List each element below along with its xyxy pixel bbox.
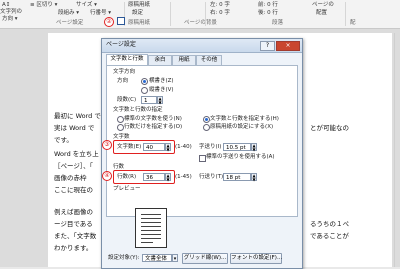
ribbon-group-page-setup: ページ設定	[56, 20, 84, 26]
ribbon-breaks[interactable]: ≡ 区切り ▾	[30, 2, 57, 9]
standard-pitch-checkbox[interactable]	[199, 155, 206, 162]
doc-line-right: とが可能なの	[310, 124, 349, 132]
dialog-title: ページ設定	[106, 41, 136, 48]
page-setup-launcher-button[interactable]	[117, 17, 125, 25]
doc-line-right: であることが	[310, 232, 349, 240]
step-4-marker: ④	[102, 171, 112, 181]
ribbon-genko-1[interactable]: 原稿用紙	[128, 2, 150, 9]
step-3-marker: ③	[102, 140, 112, 150]
font-settings-button[interactable]: フォントの設定(F)...	[230, 253, 282, 264]
horizontal-label: 横書き(Z)	[149, 78, 174, 84]
ribbon-size[interactable]: サイズ ▾	[76, 2, 97, 9]
line-pitch-label: 行送り(T)	[199, 174, 224, 180]
direction-label: 方向	[117, 78, 129, 84]
doc-line: 実は Word で	[54, 124, 95, 132]
char-pitch-input[interactable]: 10.5 pt	[223, 143, 251, 151]
chars-highlight	[113, 140, 175, 154]
doc-line: ここに現在の	[54, 186, 93, 194]
vertical-label: 縦書き(V)	[149, 87, 174, 93]
scroll-edge	[394, 33, 395, 267]
grid-section: 文字数と行数の指定	[113, 107, 163, 113]
grid-chars-lines-radio[interactable]	[203, 116, 210, 123]
step-2-marker: ②	[104, 17, 114, 27]
grid-lines-only-label: 行数だけを指定する(O)	[124, 124, 183, 130]
lines-highlight	[113, 170, 175, 184]
tab-paper[interactable]: 用紙	[172, 55, 196, 65]
vertical-radio[interactable]	[141, 87, 148, 94]
ribbon-position-1[interactable]: ページの	[312, 2, 334, 9]
page-setup-dialog: ページ設定 ? × 文字数と行数 余白 用紙 その他 文字方向 方向 横書き(Z…	[101, 38, 303, 269]
grid-genko-label: 原稿用紙の設定にする(X)	[210, 124, 274, 130]
columns-label: 段数(C)	[117, 97, 137, 103]
ribbon-line-numbers[interactable]: 行番号 ▾	[90, 10, 111, 17]
ribbon-group-arrange: 配	[350, 20, 356, 26]
doc-line: 例えば画像の	[54, 208, 93, 216]
ribbon-group-genko: 原稿用紙	[128, 20, 151, 26]
line-pitch-spinner[interactable]: ▲ ▼	[251, 173, 257, 182]
columns-spinner[interactable]: ▲ ▼	[157, 96, 163, 105]
char-pitch-spinner[interactable]: ▲ ▼	[251, 143, 257, 152]
doc-line: また、「文字数	[54, 232, 97, 240]
apply-select[interactable]: 文書全体	[142, 254, 172, 262]
tab-panel: 文字方向 方向 横書き(Z) 縦書き(V) 段数(C) 1 ▲ ▼ 文字数と行数の…	[106, 65, 298, 217]
tab-other[interactable]: その他	[196, 55, 222, 65]
ribbon-group-paragraph: 段落	[272, 20, 284, 26]
ribbon-spacing-after[interactable]: 後: 0 行	[258, 10, 278, 17]
text-direction-icon[interactable]: A↕	[2, 2, 10, 9]
close-button[interactable]: ×	[276, 41, 300, 51]
apply-label: 設定対象(Y):	[108, 255, 140, 261]
doc-line: です。	[54, 136, 73, 144]
standard-pitch-label: 標準の字送りを使用する(A)	[206, 154, 275, 160]
help-button[interactable]: ?	[260, 41, 275, 51]
text-direction-section: 文字方向	[113, 69, 136, 75]
ribbon-text-direction-label-1[interactable]: 文字列の	[0, 9, 22, 16]
preview-section: プレビュー	[113, 186, 141, 192]
ribbon-text-direction-label-2[interactable]: 方向 ▾	[2, 16, 18, 23]
grid-lines-only-radio[interactable]	[117, 124, 124, 131]
grid-genko-radio[interactable]	[203, 124, 210, 131]
doc-line: Word を立ち上	[54, 150, 99, 158]
dialog-titlebar[interactable]: ページ設定 ? ×	[102, 39, 302, 53]
ribbon: A↕ 文字列の 方向 ▾ ≡ 区切り ▾ サイズ ▾ 段組み ▾ 行番号 ▾ 原…	[0, 0, 400, 29]
ribbon-spacing-before[interactable]: 前: 0 行	[258, 2, 278, 9]
char-pitch-label: 字送り(I)	[199, 144, 222, 150]
apply-dropdown-icon[interactable]: ▾	[172, 254, 178, 262]
ribbon-columns[interactable]: 段組み ▾	[58, 10, 79, 17]
grid-standard-label: 標準の文字数を使う(N)	[124, 116, 182, 122]
doc-line: ージ目である	[54, 220, 93, 228]
doc-line: ［ページ］、「	[54, 162, 93, 170]
ribbon-position-2[interactable]: 配置	[316, 10, 327, 17]
ribbon-genko-2[interactable]: 設定	[132, 10, 143, 17]
chars-range: (1-40)	[175, 144, 192, 150]
line-pitch-input[interactable]: 18 pt	[223, 173, 251, 181]
doc-line-right: るうちの１ペ	[310, 220, 349, 228]
grid-chars-lines-label: 文字数と行数を指定する(H)	[210, 116, 279, 122]
doc-line: 画像の赤枠	[54, 174, 87, 182]
lines-range: (1-45)	[175, 174, 192, 180]
horizontal-radio[interactable]	[141, 78, 148, 85]
doc-line: 最初に Word で	[54, 112, 101, 120]
ribbon-indent-right[interactable]: 右: 0 字	[210, 10, 230, 17]
grid-standard-radio[interactable]	[117, 116, 124, 123]
doc-line: わかります。	[54, 244, 93, 252]
tab-margins[interactable]: 余白	[148, 55, 172, 65]
ribbon-group-background: ページの背景	[184, 20, 217, 26]
columns-input[interactable]: 1	[141, 96, 157, 104]
preview-page	[135, 208, 167, 248]
grid-lines-button[interactable]: グリッド線(W)...	[182, 253, 228, 264]
ribbon-indent-left[interactable]: 左: 0 字	[210, 2, 230, 9]
